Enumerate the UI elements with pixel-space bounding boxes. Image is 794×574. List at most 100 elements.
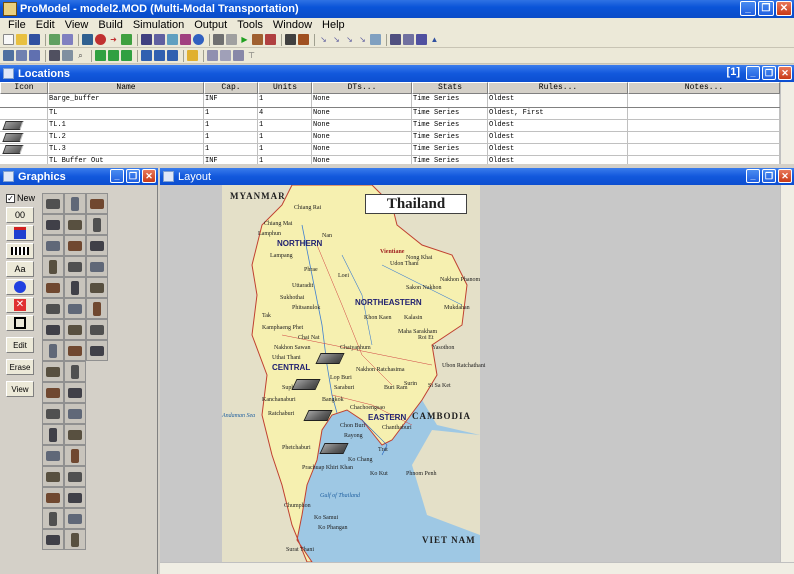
library-graphic-item[interactable] [64,235,86,256]
shifts-icon[interactable] [167,34,178,45]
toolbar2-tool-15-icon[interactable] [233,50,244,61]
model-info-icon[interactable] [62,34,73,45]
graphics-maximize-button[interactable]: ❐ [126,169,140,183]
location-cap-cell[interactable]: INF [204,156,258,164]
region-tool-button[interactable] [6,315,34,331]
erase-button[interactable]: Erase [6,359,34,375]
library-graphic-item[interactable] [64,361,86,382]
toolbar2-tool-1-icon[interactable] [3,50,14,61]
library-graphic-item[interactable] [42,193,64,214]
menu-window[interactable]: Window [268,19,317,31]
library-graphic-item[interactable] [42,466,64,487]
location-dts-cell[interactable]: None [312,156,412,164]
library-graphic-item[interactable] [86,340,108,361]
library-graphic-item[interactable] [42,298,64,319]
library-graphic-item[interactable] [42,508,64,529]
menu-edit[interactable]: Edit [31,19,60,31]
location-stats-cell[interactable]: Time Series [412,94,488,107]
location-icon-cell[interactable] [0,132,48,143]
library-graphic-item[interactable] [42,445,64,466]
toolbar2-tool-14-icon[interactable] [220,50,231,61]
toolbar2-tool-3-icon[interactable] [29,50,40,61]
location-cap-cell[interactable]: 1 [204,132,258,143]
counter-tool-button[interactable]: 00 [6,207,34,223]
location-icon-cell[interactable] [0,94,48,107]
arrow-tool-icon[interactable]: ▲ [429,34,440,45]
location-notes-cell[interactable] [628,94,780,107]
layout-canvas[interactable]: Thailand MYANMAR CAMBODIA VIET NAM NORTH… [160,185,780,562]
library-graphic-item[interactable] [86,277,108,298]
library-graphic-item[interactable] [86,193,108,214]
save-icon[interactable] [29,34,40,45]
col-rules-header[interactable]: Rules... [488,82,628,94]
location-icon-cell[interactable] [0,108,48,119]
toolbar2-tool-16-icon[interactable]: ⊤ [246,50,257,61]
library-graphic-item[interactable] [42,487,64,508]
location-stats-cell[interactable]: Time Series [412,120,488,131]
col-icon-header[interactable]: Icon [0,82,48,94]
location-rules-cell[interactable]: Oldest [488,132,628,143]
stat-fit-icon[interactable] [298,34,309,45]
toolbar2-tool-9-icon[interactable] [141,50,152,61]
library-graphic-item[interactable] [42,277,64,298]
processing-icon[interactable] [141,34,152,45]
toolbar2-tool-7-icon[interactable] [108,50,119,61]
library-graphic-item[interactable] [42,235,64,256]
locations-icon[interactable] [82,34,93,45]
library-graphic-item[interactable] [64,214,86,235]
table-row[interactable]: TL Buffer Out INF 1 None Time Series Oldest [0,156,780,164]
col-dts-header[interactable]: DTs... [312,82,412,94]
location-cap-cell[interactable]: 1 [204,108,258,119]
location-dts-cell[interactable]: None [312,144,412,155]
library-graphic-item[interactable] [42,340,64,361]
toolbar2-search-icon[interactable]: ⌕ [75,50,86,61]
scenario-icon[interactable] [226,34,237,45]
location-dts-cell[interactable]: None [312,108,412,119]
layout-maximize-button[interactable]: ❐ [762,169,776,183]
location-dts-cell[interactable]: None [312,132,412,143]
transport-node[interactable] [291,379,321,390]
status-light-tool-button[interactable] [6,279,34,295]
location-icon-cell[interactable] [0,120,48,131]
library-graphic-item[interactable] [86,214,108,235]
location-stats-cell[interactable]: Time Series [412,132,488,143]
location-name-cell[interactable]: TL.3 [48,144,204,155]
merge-icon[interactable] [49,34,60,45]
toolbar2-tool-6-icon[interactable] [95,50,106,61]
toolbar2-tool-13-icon[interactable] [207,50,218,61]
library-graphic-item[interactable] [42,319,64,340]
location-notes-cell[interactable] [628,156,780,164]
library-graphic-item[interactable] [42,424,64,445]
align-icon[interactable]: ↘ [318,34,329,45]
location-rules-cell[interactable]: Oldest, First [488,108,628,119]
location-name-cell[interactable]: TL Buffer Out [48,156,204,164]
graphic-editor-icon[interactable] [416,34,427,45]
toolbar2-tool-2-icon[interactable] [16,50,27,61]
attributes-icon[interactable] [180,34,191,45]
arrivals-icon[interactable] [154,34,165,45]
library-graphic-item[interactable] [64,466,86,487]
library-graphic-item[interactable] [64,508,86,529]
library-graphic-item[interactable] [64,382,86,403]
location-dts-cell[interactable]: None [312,94,412,107]
toolbar2-tool-8-icon[interactable] [121,50,132,61]
locations-minimize-button[interactable]: _ [746,66,760,80]
menu-help[interactable]: Help [317,19,350,31]
location-units-cell[interactable]: 1 [258,156,312,164]
location-rules-cell[interactable]: Oldest [488,120,628,131]
library-graphic-item[interactable] [64,193,86,214]
menu-simulation[interactable]: Simulation [128,19,189,31]
col-name-header[interactable]: Name [48,82,204,94]
graphics-close-button[interactable]: ✕ [142,169,156,183]
location-units-cell[interactable]: 1 [258,120,312,131]
table-row[interactable]: TL.1 1 1 None Time Series Oldest [0,120,780,132]
locations-maximize-button[interactable]: ❐ [762,66,776,80]
location-stats-cell[interactable]: Time Series [412,144,488,155]
location-cap-cell[interactable]: INF [204,94,258,107]
col-cap-header[interactable]: Cap. [204,82,258,94]
help-icon[interactable] [193,34,204,45]
menu-output[interactable]: Output [189,19,232,31]
col-units-header[interactable]: Units [258,82,312,94]
resources-icon[interactable] [121,34,132,45]
transport-node[interactable] [303,410,333,421]
